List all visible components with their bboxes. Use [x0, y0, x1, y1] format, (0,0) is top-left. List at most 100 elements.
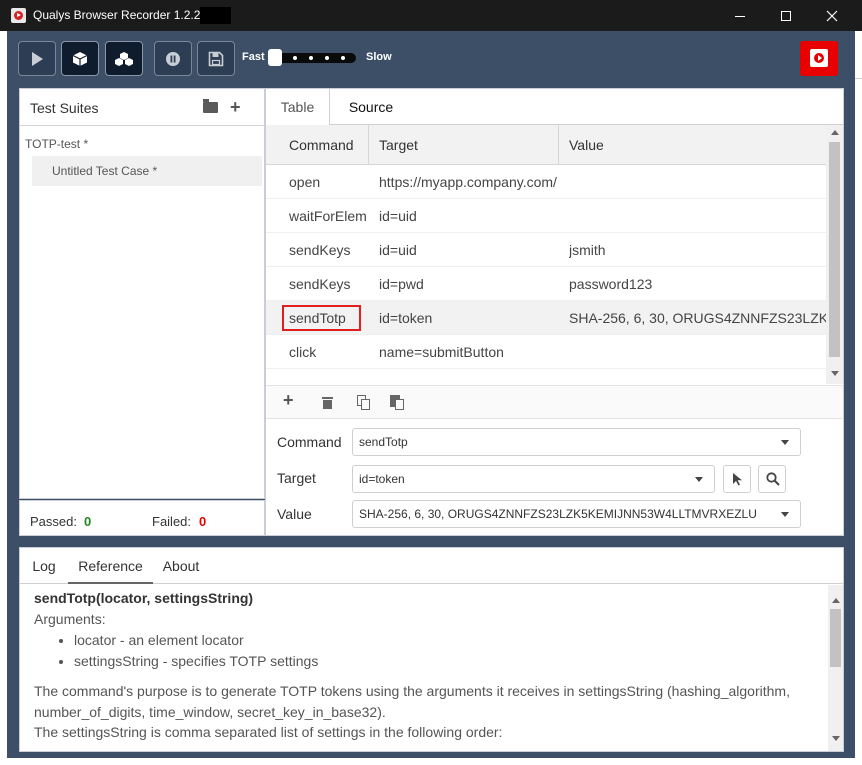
paste-icon[interactable]	[389, 394, 405, 410]
table-row[interactable]: sendKeys id=pwd password123	[266, 267, 826, 301]
open-folder-icon[interactable]	[203, 99, 218, 113]
window-bottom-edge	[0, 758, 862, 765]
cell-target: id=uid	[379, 208, 417, 224]
cell-target: id=token	[379, 310, 433, 326]
cell-command: sendKeys	[289, 276, 351, 292]
cell-command: open	[289, 174, 321, 190]
reference-content: sendTotp(locator, settingsString) Argume…	[34, 588, 824, 748]
scroll-down-icon[interactable]	[831, 371, 839, 376]
table-row[interactable]: waitForElem id=uid	[266, 199, 826, 233]
column-header-value: Value	[569, 137, 604, 153]
window-right-edge	[855, 31, 862, 765]
tab-reference[interactable]: Reference	[68, 548, 153, 584]
description-paragraph: The command's purpose is to generate TOT…	[34, 683, 790, 720]
scroll-up-icon[interactable]	[832, 598, 840, 603]
close-icon	[826, 10, 838, 22]
cell-value	[569, 335, 826, 369]
value-select[interactable]: SHA-256, 6, 30, ORUGS4ZNNFZS23LZK5KEMIJN…	[352, 500, 801, 528]
select-element-button[interactable]	[723, 465, 751, 493]
argument-item: settingsString - specifies TOTP settings	[74, 651, 824, 672]
cell-target: id=pwd	[379, 276, 424, 292]
app-body: Fast Slow Test Suites + TOTP-test * Unti…	[7, 31, 855, 758]
table-row-selected[interactable]: sendTotp id=token SHA-256, 6, 30, ORUGS4…	[266, 301, 826, 335]
arguments-heading: Arguments:	[34, 610, 106, 627]
cursor-icon	[733, 473, 742, 486]
command-select[interactable]: sendTotp	[352, 428, 801, 456]
minimize-icon	[735, 15, 745, 17]
target-label: Target	[277, 470, 316, 486]
scroll-thumb[interactable]	[829, 142, 840, 357]
bottom-tabs: Log Reference About	[20, 548, 843, 584]
add-command-icon[interactable]: +	[283, 390, 299, 410]
value-label: Value	[277, 506, 312, 522]
play-icon	[32, 51, 43, 66]
chevron-down-icon	[781, 512, 789, 517]
editor-tabs: Table Source	[266, 89, 843, 125]
tab-source[interactable]: Source	[332, 89, 410, 125]
cell-command: sendKeys	[289, 242, 351, 258]
search-icon	[766, 472, 780, 486]
suite-item[interactable]: TOTP-test *	[25, 137, 88, 151]
cell-target: https://myapp.company.com/	[379, 174, 557, 190]
window-left-edge	[0, 31, 7, 765]
table-row[interactable]: click name=submitButton	[266, 335, 826, 369]
editor-panel: Table Source Command Target Value open h…	[265, 88, 844, 536]
play-test-case-button[interactable]	[61, 41, 99, 76]
reference-scrollbar[interactable]	[828, 585, 843, 751]
window-title: Qualys Browser Recorder 1.2.20	[33, 8, 208, 22]
tab-table[interactable]: Table	[266, 89, 330, 125]
add-suite-icon[interactable]: +	[230, 97, 241, 118]
cube-icon	[72, 51, 88, 66]
chevron-down-icon	[695, 477, 703, 482]
column-header-target: Target	[369, 125, 559, 165]
title-bar: Qualys Browser Recorder 1.2.20	[0, 0, 862, 31]
find-element-button[interactable]	[758, 465, 786, 493]
failed-label: Failed:	[152, 514, 192, 529]
close-button[interactable]	[809, 0, 855, 31]
passed-count: 0	[84, 514, 92, 529]
test-suites-panel: Test Suites + TOTP-test * Untitled Test …	[19, 88, 265, 499]
table-scrollbar[interactable]	[826, 125, 843, 384]
chevron-down-icon	[781, 440, 789, 445]
minimize-button[interactable]	[717, 0, 763, 31]
scroll-up-icon[interactable]	[831, 130, 839, 135]
command-signature: sendTotp(locator, settingsString)	[34, 590, 254, 606]
column-header-command: Command	[266, 125, 369, 165]
cell-target: id=uid	[379, 242, 417, 258]
command-label: Command	[277, 434, 342, 450]
play-suite-button[interactable]	[105, 41, 143, 76]
record-icon	[810, 49, 828, 67]
record-button[interactable]	[800, 41, 838, 76]
cell-value: SHA-256, 6, 30, ORUGS4ZNNFZS23LZK	[569, 310, 826, 326]
maximize-button[interactable]	[763, 0, 809, 31]
passed-label: Passed:	[30, 514, 77, 529]
test-suites-header: Test Suites +	[20, 89, 264, 126]
reference-panel: Log Reference About sendTotp(locator, se…	[19, 547, 844, 752]
target-select-value: id=token	[359, 472, 405, 486]
test-case-item[interactable]: Untitled Test Case *	[32, 156, 262, 186]
scroll-thumb[interactable]	[830, 609, 841, 667]
save-button[interactable]	[197, 41, 235, 76]
command-select-value: sendTotp	[359, 435, 408, 449]
delete-icon[interactable]	[320, 394, 336, 410]
speed-slider-thumb[interactable]	[268, 49, 282, 66]
scroll-down-icon[interactable]	[832, 736, 840, 741]
failed-count: 0	[199, 514, 207, 529]
tab-log[interactable]: Log	[20, 548, 68, 584]
value-select-value: SHA-256, 6, 30, ORUGS4ZNNFZS23LZK5KEMIJN…	[359, 507, 757, 521]
test-case-label: Untitled Test Case *	[52, 164, 158, 178]
copy-icon[interactable]	[355, 394, 371, 410]
play-button[interactable]	[18, 41, 56, 76]
cell-command: sendTotp	[289, 310, 346, 326]
target-select[interactable]: id=token	[352, 465, 715, 493]
table-row[interactable]: open https://myapp.company.com/	[266, 165, 826, 199]
table-row[interactable]: sendKeys id=uid jsmith	[266, 233, 826, 267]
settings-paragraph: The settingsString is comma separated li…	[34, 724, 503, 740]
pause-button[interactable]	[154, 41, 192, 76]
tab-about[interactable]: About	[153, 548, 209, 584]
cubes-icon	[115, 51, 133, 66]
speed-slow-label: Slow	[366, 51, 392, 63]
run-stats: Passed: 0 Failed: 0	[19, 500, 265, 536]
test-suites-title: Test Suites	[30, 100, 99, 116]
speed-fast-label: Fast	[242, 51, 265, 63]
